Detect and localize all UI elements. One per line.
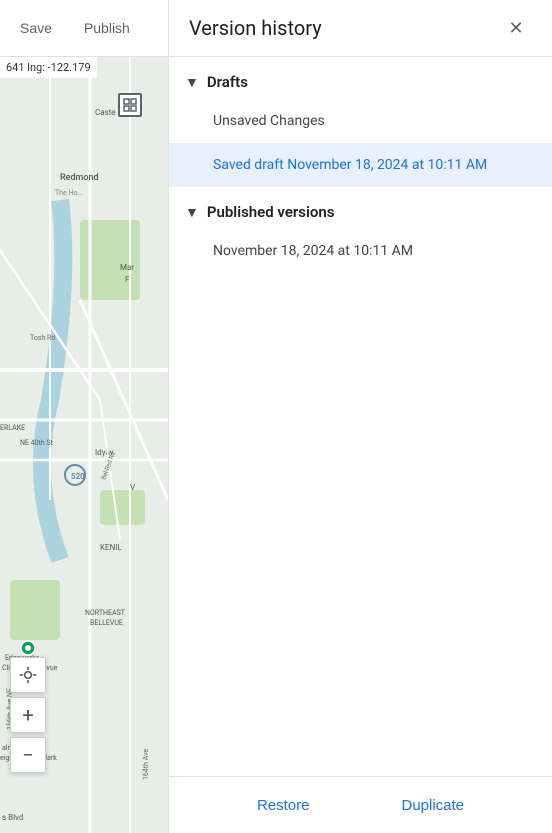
map-coordinates: 641 lng: -122.179 — [0, 57, 97, 78]
zoom-out-button[interactable]: − — [10, 737, 46, 773]
svg-text:F: F — [125, 275, 130, 284]
unsaved-changes-item[interactable]: Unsaved Changes — [169, 99, 552, 143]
svg-text:NE 40th St: NE 40th St — [20, 439, 54, 447]
panel-title: Version history — [189, 16, 322, 40]
svg-text:NORTHEAST: NORTHEAST — [85, 609, 126, 617]
published-section-title: Published versions — [207, 203, 335, 221]
svg-text:ERLAKE: ERLAKE — [0, 424, 25, 432]
drafts-section-title: Drafts — [207, 73, 248, 91]
svg-text:BELLEVUE: BELLEVUE — [90, 619, 123, 627]
published-section-header[interactable]: ▼ Published versions — [169, 187, 552, 229]
panel-content: ▼ Drafts Unsaved Changes Saved draft Nov… — [169, 57, 552, 776]
svg-text:164th Ave: 164th Ave — [142, 749, 150, 780]
saved-draft-item[interactable]: Saved draft November 18, 2024 at 10:11 A… — [169, 143, 552, 187]
published-version-item[interactable]: November 18, 2024 at 10:11 AM — [169, 229, 552, 273]
location-button[interactable] — [10, 657, 46, 693]
svg-text:Mar: Mar — [120, 263, 134, 272]
expand-icon[interactable] — [118, 93, 142, 117]
drafts-section-header[interactable]: ▼ Drafts — [169, 57, 552, 99]
map-controls: + − — [10, 657, 46, 773]
drafts-chevron-icon: ▼ — [185, 74, 199, 91]
duplicate-button[interactable]: Duplicate — [385, 789, 480, 822]
svg-text:520: 520 — [71, 472, 85, 481]
close-button[interactable]: ✕ — [500, 12, 532, 44]
toolbar: Save Publish — [0, 0, 168, 57]
svg-text:KENIL: KENIL — [100, 543, 122, 552]
version-history-panel: Version history ✕ ▼ Drafts Unsaved Chang… — [168, 0, 552, 833]
panel-header: Version history ✕ — [169, 0, 552, 57]
publish-button[interactable]: Publish — [72, 14, 142, 42]
published-chevron-icon: ▼ — [185, 204, 199, 221]
svg-text:The Ho...: The Ho... — [55, 189, 83, 197]
zoom-in-button[interactable]: + — [10, 697, 46, 733]
svg-text:s Blvd: s Blvd — [2, 813, 23, 822]
svg-text:Redmond: Redmond — [60, 173, 99, 183]
svg-text:Caste: Caste — [95, 108, 116, 117]
restore-button[interactable]: Restore — [241, 789, 326, 822]
svg-text:Tosh Rd: Tosh Rd — [30, 334, 55, 342]
svg-text:V: V — [130, 483, 135, 492]
save-button[interactable]: Save — [8, 14, 64, 42]
panel-footer: Restore Duplicate — [169, 776, 552, 833]
